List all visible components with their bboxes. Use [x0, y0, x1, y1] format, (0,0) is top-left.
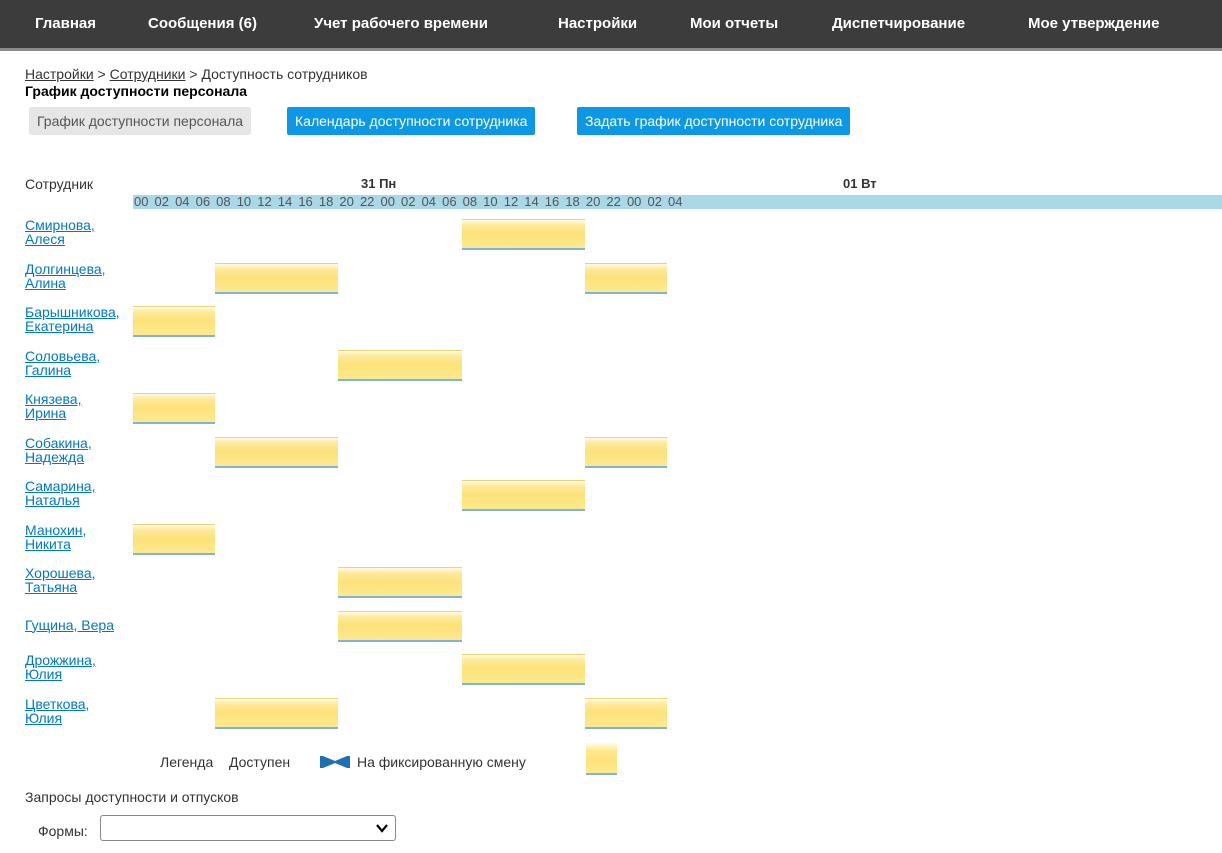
shift-bar[interactable]	[338, 567, 462, 598]
breadcrumb-link-settings[interactable]: Настройки	[25, 66, 94, 82]
employee-link[interactable]: Цветкова, Юлия	[25, 697, 89, 725]
chevron-down-icon	[376, 824, 388, 833]
legend-title: Легенда	[160, 754, 214, 770]
employee-name-line: Юлия	[25, 666, 63, 682]
shift-bar[interactable]	[584, 262, 668, 294]
employee-name-line: Надежда	[25, 448, 85, 465]
employee-link[interactable]: Хорошева, Татьяна	[25, 566, 96, 594]
hour-tick-label: 08	[216, 194, 231, 209]
employee-link[interactable]: Смирнова, Алеся	[25, 218, 95, 246]
hour-tick-label: 04	[175, 194, 190, 209]
hour-tick-label: 14	[524, 194, 539, 209]
forms-label: Формы:	[38, 823, 88, 839]
nav-item-settings[interactable]: Настройки	[558, 0, 637, 48]
employee-name-line: Галина	[25, 361, 72, 378]
employee-link[interactable]: Князева, Ирина	[25, 392, 81, 420]
employee-name-line: Екатерина	[25, 318, 94, 334]
employee-link[interactable]: Гущина, Вера	[25, 618, 114, 632]
nav-item-home[interactable]: Главная	[35, 0, 96, 48]
employee-name-line: Никита	[25, 535, 71, 552]
employee-link[interactable]: Долгинцева, Алина	[25, 262, 106, 290]
shift-bar[interactable]	[133, 393, 216, 424]
forms-select[interactable]	[100, 815, 396, 841]
hour-tick-label: 02	[647, 194, 662, 209]
hour-tick-label: 00	[626, 194, 642, 209]
shift-bar[interactable]	[215, 697, 339, 729]
hour-tick-label: 10	[236, 194, 252, 209]
employee-link[interactable]: Самарина, Наталья	[25, 479, 95, 507]
hour-tick-label: 02	[401, 194, 416, 209]
employee-link[interactable]: Собакина, Надежда	[25, 436, 92, 464]
top-navigation: Главная Сообщения (6) Учет рабочего врем…	[0, 0, 1222, 51]
hour-tick-label: 12	[503, 194, 519, 209]
hour-tick-label: 02	[154, 194, 169, 209]
nav-item-dispatching[interactable]: Диспетчирование	[832, 0, 965, 48]
hour-tick-label: 00	[134, 194, 149, 209]
legend-available-label: Доступен	[229, 754, 291, 770]
employee-name-line: Юлия	[25, 709, 63, 726]
employee-name-line: Наталья	[25, 492, 80, 508]
shift-bar[interactable]	[584, 436, 668, 468]
employee-link[interactable]: Дрожжина, Юлия	[25, 653, 96, 681]
nav-item-time-tracking[interactable]: Учет рабочего времени	[314, 0, 488, 48]
breadcrumb-current: Доступность сотрудников	[201, 66, 368, 82]
hour-tick-label: 06	[195, 194, 211, 209]
employee-name-line: Гущина, Вера	[25, 616, 114, 633]
shift-bar[interactable]	[338, 349, 462, 381]
employee-column-header: Сотрудник	[25, 176, 94, 192]
employee-link[interactable]: Манохин, Никита	[25, 523, 86, 551]
shift-bar[interactable]	[338, 610, 462, 642]
breadcrumb-separator: >	[189, 66, 198, 82]
shift-bar[interactable]	[584, 697, 668, 729]
hour-tick-label: 04	[421, 194, 437, 209]
shift-bar[interactable]	[215, 436, 339, 468]
employee-link[interactable]: Соловьева, Галина	[25, 349, 100, 377]
hour-tick-label: 16	[544, 194, 560, 209]
shift-bar[interactable]	[133, 306, 216, 337]
tab-employee-availability-calendar[interactable]: Календарь доступности сотрудника	[287, 107, 536, 135]
hour-tick-label: 14	[277, 194, 293, 209]
hour-tick-label: 16	[298, 194, 313, 209]
nav-item-my-approval[interactable]: Мое утверждение	[1028, 0, 1160, 48]
nav-item-my-reports[interactable]: Мои отчеты	[690, 0, 778, 48]
legend-fixed-shift-label: На фиксированную смену	[357, 754, 526, 770]
hour-tick-label: 06	[442, 194, 457, 209]
page-title: График доступности персонала	[25, 83, 247, 99]
hour-tick-label: 04	[668, 194, 683, 209]
hour-tick-label: 12	[257, 194, 272, 209]
shift-bar[interactable]	[215, 262, 339, 294]
requests-title: Запросы доступности и отпусков	[25, 789, 239, 805]
tab-staff-availability-schedule: График доступности персонала	[29, 107, 252, 135]
employee-name-line: Алеся	[25, 231, 65, 247]
day-label: 31 Пн	[361, 176, 397, 191]
employee-name-line: Алина	[25, 274, 66, 291]
nav-item-messages[interactable]: Сообщения (6)	[148, 0, 257, 48]
breadcrumb-link-employees[interactable]: Сотрудники	[110, 66, 186, 82]
employee-link[interactable]: Барышникова, Екатерина	[25, 305, 120, 333]
hour-tick-label: 18	[318, 194, 334, 209]
employee-name-line: Татьяна	[25, 579, 78, 595]
shift-bar[interactable]	[461, 219, 585, 250]
hour-tick-label: 10	[483, 194, 498, 209]
shift-bar[interactable]	[133, 523, 216, 555]
hour-tick-label: 22	[359, 194, 375, 209]
hour-tick-label: 20	[585, 194, 601, 209]
breadcrumb-separator: >	[97, 66, 106, 82]
hour-tick-label: 08	[462, 194, 478, 209]
hour-tick-label: 18	[565, 194, 580, 209]
availability-range-icon	[320, 756, 350, 768]
hour-tick-label: 00	[380, 194, 395, 209]
day-label: 01 Вт	[843, 176, 877, 191]
hour-tick-label: 20	[339, 194, 354, 209]
employee-name-line: Ирина	[25, 405, 67, 421]
breadcrumb: Настройки > Сотрудники > Доступность сот…	[25, 66, 368, 82]
fixed-shift-swatch	[586, 743, 617, 775]
tab-set-employee-availability[interactable]: Задать график доступности сотрудника	[577, 107, 851, 135]
shift-bar[interactable]	[461, 480, 585, 511]
hour-tick-label: 22	[606, 194, 621, 209]
shift-bar[interactable]	[461, 654, 585, 685]
